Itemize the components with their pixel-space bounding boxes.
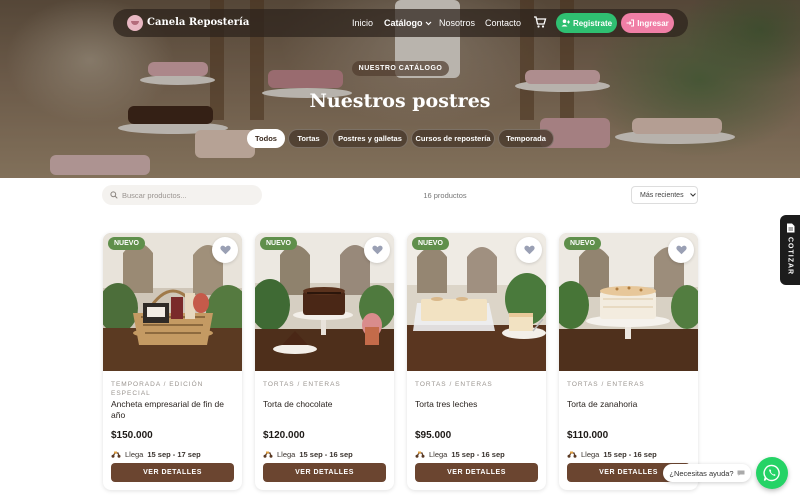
filter-chip-temporada[interactable]: Temporada: [498, 129, 554, 148]
view-details-button[interactable]: VER DETALLES: [111, 463, 234, 482]
delivery-prefix: Llega: [277, 450, 296, 459]
nav-link-inicio[interactable]: Inicio: [352, 18, 373, 28]
login-button[interactable]: Ingresar: [621, 13, 674, 33]
whatsapp-icon: [763, 464, 780, 482]
delivery-estimate: Llega 15 sep - 16 sep: [415, 450, 505, 459]
delivery-moto-icon: [415, 451, 425, 458]
product-category: TEMPORADA / EDICIÓN ESPECIAL: [111, 381, 204, 397]
product-price: $120.000: [263, 430, 305, 441]
delivery-moto-icon: [567, 451, 577, 458]
navbar: Canela Repostería Inicio Catálogo Nosotr…: [113, 9, 688, 37]
document-icon: [786, 223, 794, 233]
new-badge: NUEVO: [260, 237, 297, 250]
cart-icon[interactable]: [533, 15, 547, 29]
search-input[interactable]: [122, 190, 252, 200]
register-button-label: Registrate: [572, 18, 613, 28]
new-badge: NUEVO: [564, 237, 601, 250]
product-category: TORTAS / ENTERAS: [567, 381, 645, 388]
delivery-dates: 15 sep - 16 sep: [299, 450, 353, 459]
delivery-prefix: Llega: [581, 450, 600, 459]
delivery-estimate: Llega 15 sep - 16 sep: [263, 450, 353, 459]
register-button[interactable]: Registrate: [556, 13, 617, 33]
delivery-estimate: Llega 15 sep - 17 sep: [111, 450, 201, 459]
product-name[interactable]: Ancheta empresarial de fin de año: [111, 399, 236, 421]
product-name[interactable]: Torta de zanahoria: [567, 399, 692, 410]
delivery-dates: 15 sep - 16 sep: [451, 450, 505, 459]
product-name[interactable]: Torta de chocolate: [263, 399, 388, 410]
favorite-button[interactable]: [668, 237, 694, 263]
delivery-estimate: Llega 15 sep - 16 sep: [567, 450, 657, 459]
quote-side-tab-label: COTIZAR: [786, 237, 794, 276]
search-icon: [110, 191, 118, 199]
heart-icon: [523, 245, 535, 255]
login-icon: [626, 19, 635, 27]
sort-select[interactable]: Más recientes: [631, 186, 698, 204]
help-bubble-label: ¿Necesitas ayuda?: [669, 468, 734, 478]
heart-icon: [371, 245, 383, 255]
nav-link-contacto[interactable]: Contacto: [485, 18, 521, 28]
view-details-button[interactable]: VER DETALLES: [415, 463, 538, 482]
page-title: Nuestros postres: [309, 90, 491, 112]
hero-banner: Canela Repostería Inicio Catálogo Nosotr…: [0, 0, 800, 178]
help-bubble[interactable]: ¿Necesitas ayuda?: [663, 464, 751, 482]
nav-link-nosotros[interactable]: Nosotros: [439, 18, 475, 28]
chat-icon: [737, 470, 745, 476]
heart-icon: [675, 245, 687, 255]
new-badge: NUEVO: [412, 237, 449, 250]
product-category: TORTAS / ENTERAS: [263, 381, 341, 388]
filter-chip-postres[interactable]: Postres y galletas: [332, 129, 408, 148]
chevron-down-icon: [689, 193, 696, 197]
sort-select-value: Más recientes: [640, 191, 684, 199]
product-card[interactable]: NUEVO TORTAS / ENTERAS Torta de chocolat…: [255, 233, 394, 490]
product-price: $95.000: [415, 430, 452, 441]
delivery-moto-icon: [263, 451, 273, 458]
product-name[interactable]: Torta tres leches: [415, 399, 540, 410]
favorite-button[interactable]: [516, 237, 542, 263]
chevron-down-icon: [425, 21, 432, 26]
favorite-button[interactable]: [364, 237, 390, 263]
filter-chip-todos[interactable]: Todos: [247, 129, 285, 148]
whatsapp-button[interactable]: [756, 457, 788, 489]
product-count: 16 productos: [423, 191, 467, 200]
catalog-eyebrow: NUESTRO CATÁLOGO: [352, 61, 449, 76]
filter-chip-cursos[interactable]: Cursos de repostería: [411, 129, 495, 148]
delivery-dates: 15 sep - 16 sep: [603, 450, 657, 459]
filter-chip-tortas[interactable]: Tortas: [288, 129, 329, 148]
product-category: TORTAS / ENTERAS: [415, 381, 493, 388]
view-details-button[interactable]: VER DETALLES: [263, 463, 386, 482]
favorite-button[interactable]: [212, 237, 238, 263]
login-button-label: Ingresar: [637, 18, 669, 28]
product-card[interactable]: NUEVO TORTAS / ENTERAS Torta de zanahori…: [559, 233, 698, 490]
user-plus-icon: [561, 19, 570, 27]
product-price: $150.000: [111, 430, 153, 441]
heart-icon: [219, 245, 231, 255]
brand-name[interactable]: Canela Repostería: [147, 17, 249, 28]
cupcake-logo-icon[interactable]: [127, 15, 143, 31]
delivery-moto-icon: [111, 451, 121, 458]
quote-side-tab[interactable]: COTIZAR: [780, 215, 800, 285]
product-price: $110.000: [567, 430, 609, 441]
new-badge: NUEVO: [108, 237, 145, 250]
product-card[interactable]: NUEVO TEMPORADA / EDICIÓN ESPECIAL Anche…: [103, 233, 242, 490]
nav-link-catalogo[interactable]: Catálogo: [384, 18, 432, 28]
nav-link-catalogo-label: Catálogo: [384, 18, 423, 28]
search-bar[interactable]: [102, 185, 262, 205]
delivery-prefix: Llega: [429, 450, 448, 459]
product-card[interactable]: NUEVO TORTAS / ENTERAS Torta tres leches…: [407, 233, 546, 490]
delivery-prefix: Llega: [125, 450, 144, 459]
delivery-dates: 15 sep - 17 sep: [147, 450, 201, 459]
